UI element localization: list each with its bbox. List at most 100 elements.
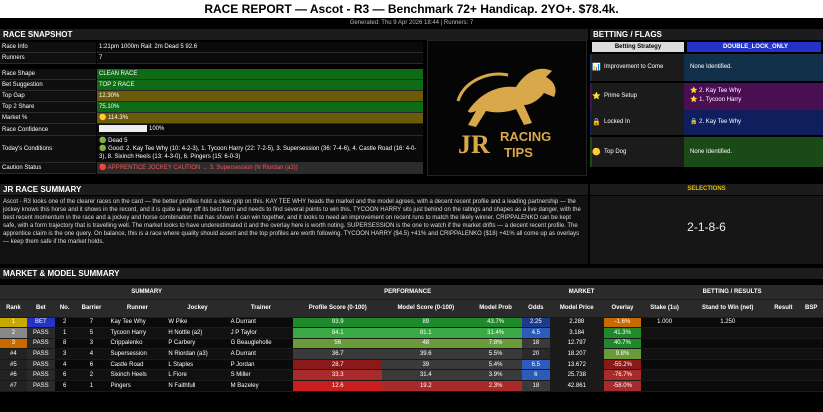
runner-row[interactable]: 3 PASS 8 3 Crippalenko P Carbery G Beaugleholl… (0, 338, 823, 350)
model-prob-cell: 43.7% (469, 317, 522, 329)
model-prob-cell: 31.4% (469, 327, 522, 339)
result-cell (767, 338, 800, 350)
snapshot-label: Top 2 Share (0, 102, 96, 113)
model-price-cell: 18.207 (549, 348, 604, 360)
stake-cell (641, 369, 689, 382)
flag-label: 📊 Improvement to Come (592, 54, 684, 81)
column-header: Stand to Win (net) (688, 299, 768, 318)
runner-cell: Sixinch Heels (108, 369, 167, 382)
model-score-cell: 48 (382, 338, 470, 350)
trainer-cell: A Durrant (228, 348, 294, 360)
odds-cell: 18 (521, 380, 550, 392)
snapshot-row: Race Confidence 100% (0, 124, 424, 136)
runner-row[interactable]: #7 PASS 6 1 Pingers N Faithfull M Bazeley 12.6 1… (0, 380, 823, 392)
model-prob-cell: 2.3% (469, 380, 522, 392)
runner-row[interactable]: #4 PASS 3 4 Supersession N Riordan (a3) A Durr… (0, 348, 823, 360)
barrier-cell: 3 (74, 338, 109, 350)
confidence-bar (99, 124, 147, 132)
model-score-cell: 39 (382, 359, 470, 371)
number-cell: 8 (54, 338, 75, 350)
overlay-cell: -58.0% (603, 380, 642, 392)
snapshot-row: Market % 🟡 114.3% (0, 113, 424, 124)
odds-cell: 20 (521, 348, 550, 360)
number-cell: 6 (54, 369, 75, 382)
snapshot-row: Top Gap 12.30% (0, 91, 424, 102)
result-cell (767, 359, 800, 371)
model-price-cell: 3.184 (549, 327, 604, 339)
runner-cell: Castle Road (108, 359, 167, 371)
snapshot-value: TOP 2 RACE (97, 80, 423, 91)
selections-heading: SELECTIONS (590, 184, 823, 195)
runner-cell: Crippalenko (108, 338, 167, 350)
report-title: RACE REPORT — Ascot - R3 — Benchmark 72+… (0, 0, 823, 18)
jockey-cell: N Riordan (a3) (166, 348, 229, 360)
market-model-heading: MARKET & MODEL SUMMARY (0, 268, 823, 279)
column-group-header: PERFORMANCE (293, 285, 522, 300)
bsp-cell (799, 369, 823, 382)
runner-row[interactable]: 2 PASS 1 5 Tycoon Harry H Nottle (a2) J P Tayl… (0, 327, 823, 339)
model-price-cell: 25.738 (549, 369, 604, 382)
rank-cell: 3 (0, 338, 27, 350)
overlay-cell: -55.2% (603, 359, 642, 371)
column-header: Overlay (603, 299, 642, 318)
snapshot-value: 🟢 Dead 5 🟢 Good: 2. Kay Tee Why (10: 4-2-… (97, 136, 423, 163)
number-cell: 3 (54, 348, 75, 360)
selections-panel: SELECTIONS 2-1-8-6 (590, 184, 823, 264)
model-price-cell: 2.288 (549, 317, 604, 329)
stand-to-win-cell (688, 327, 768, 339)
bsp-cell (799, 317, 823, 329)
jockey-cell: W Pike (166, 317, 229, 329)
stake-cell (641, 327, 689, 339)
runner-row[interactable]: 1 BET 2 7 Kay Tee Why W Pike A Durrant 93.9 89 43… (0, 317, 823, 329)
model-price-cell: 12.797 (549, 338, 604, 350)
bsp-cell (799, 327, 823, 339)
rank-cell: 1 (0, 317, 27, 329)
flag-label: 🔒 Locked In (592, 110, 684, 135)
betting-strategy-value: DOUBLE_LOCK_ONLY (687, 42, 821, 52)
column-header: Barrier (74, 299, 109, 318)
odds-cell: 6 (521, 369, 550, 382)
column-header: BSP (799, 299, 823, 318)
flag-label-text: Top Dog (604, 149, 627, 155)
profile-score-cell: 84.1 (293, 327, 383, 339)
column-group-header: MARKET (521, 285, 642, 300)
result-cell (767, 327, 800, 339)
rank-cell: 2 (0, 327, 27, 339)
profile-score-cell: 28.7 (293, 359, 383, 371)
column-header: Model Price (549, 299, 604, 318)
jr-race-summary-heading: JR RACE SUMMARY (0, 184, 588, 195)
stand-to-win-cell (688, 338, 768, 350)
snapshot-label: Runners (0, 53, 96, 64)
bsp-cell (799, 338, 823, 350)
runner-cell: Supersession (108, 348, 167, 360)
runner-row[interactable]: #5 PASS 4 6 Castle Road L Staples P Jordan 28.7… (0, 359, 823, 371)
runner-row[interactable]: #6 PASS 6 2 Sixinch Heels L Fiore S Miller 33.3… (0, 369, 823, 382)
odds-cell: 4.5 (521, 327, 550, 339)
number-cell: 1 (54, 327, 75, 339)
model-price-cell: 42.861 (549, 380, 604, 392)
model-score-cell: 31.4 (382, 369, 470, 382)
overlay-cell: -1.6% (603, 317, 642, 329)
horse-logo-icon: JR RACING TIPS (456, 68, 556, 160)
bet-cell: PASS (26, 348, 55, 360)
result-cell (767, 369, 800, 382)
result-cell (767, 380, 800, 392)
column-header: Trainer (228, 299, 294, 318)
result-cell (767, 317, 800, 329)
profile-score-cell: 56 (293, 338, 383, 350)
trainer-cell: J P Taylor (228, 327, 294, 339)
bsp-cell (799, 348, 823, 360)
model-price-cell: 13.672 (549, 359, 604, 371)
number-cell: 2 (54, 317, 75, 329)
profile-score-cell: 12.6 (293, 380, 383, 392)
column-header: Model Prob (469, 299, 522, 318)
runner-cell: Pingers (108, 380, 167, 392)
rank-cell: #7 (0, 380, 27, 392)
trainer-cell: A Durrant (228, 317, 294, 329)
stake-cell (641, 380, 689, 392)
column-header: Model Score (0-100) (382, 299, 470, 318)
logo-tips: TIPS (504, 145, 533, 160)
snapshot-value: CLEAN RACE (97, 69, 423, 80)
flag-label-text: Improvement to Come (604, 64, 664, 70)
flag-label-text: Prime Setup (604, 93, 638, 99)
